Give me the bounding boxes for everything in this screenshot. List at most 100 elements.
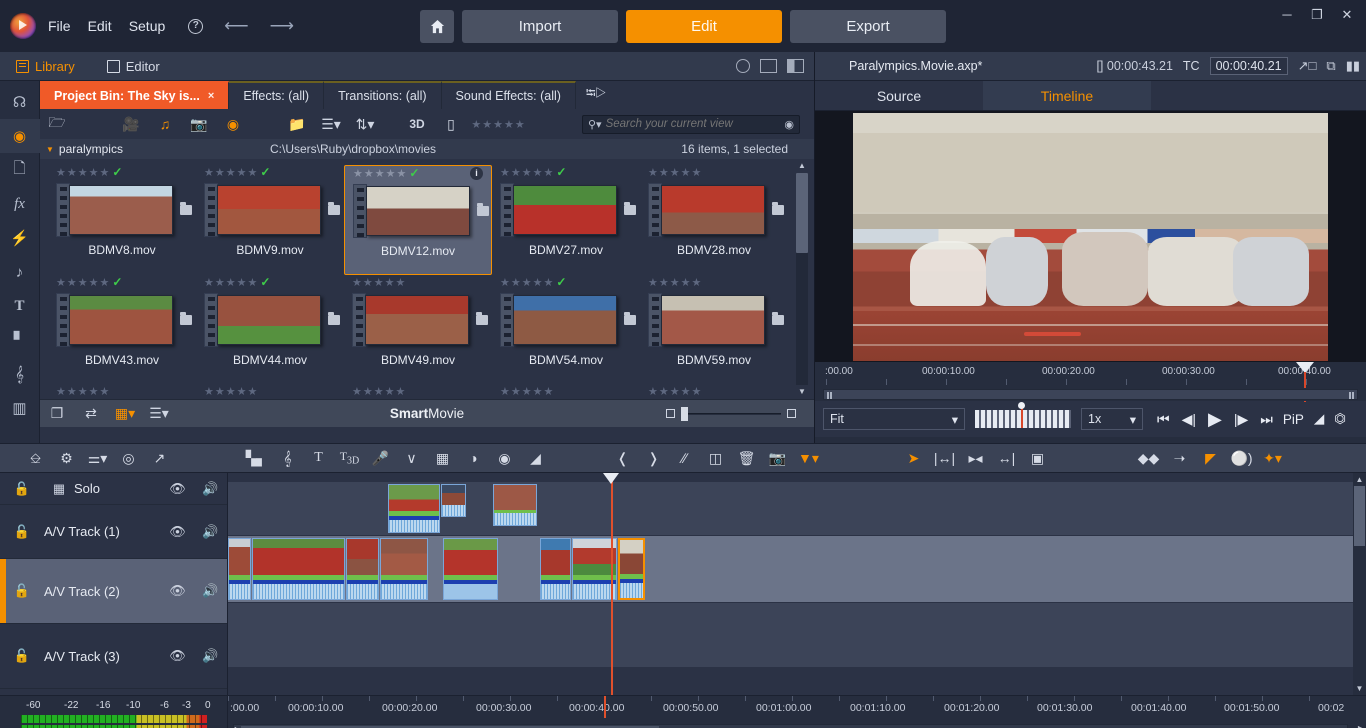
home-button[interactable] <box>420 9 454 43</box>
bin-item-thumbnail[interactable] <box>353 184 489 238</box>
bin-item[interactable]: ★ ★ ★ ★ ★ ✓ BDMV27.mov <box>492 165 640 275</box>
timeline-vscroll-thumb[interactable] <box>1354 486 1365 546</box>
trim-mode-icon[interactable]: |↔| <box>929 450 960 466</box>
split-panel-icon[interactable] <box>787 59 804 73</box>
star-icon[interactable]: ★ <box>515 118 525 131</box>
preview-ruler[interactable]: :00.00 00:00:10.00 00:00:20.00 00:00:30.… <box>815 362 1366 402</box>
popout-icon[interactable]: ⧉ <box>1326 58 1335 74</box>
title-3d-icon[interactable]: T3D <box>334 449 365 466</box>
timeline-row-solo[interactable] <box>228 473 1366 482</box>
open-folder-icon[interactable]: 📁 <box>280 116 314 133</box>
bin-item[interactable]: ★ ★ ★ ★ ★ BDMV49.mov <box>344 275 492 385</box>
collapse-triangle-icon[interactable]: ▼ <box>46 145 54 154</box>
bin-item-rating[interactable]: ★ ★ ★ ★ ★ ✓ <box>196 275 344 289</box>
marker-icon[interactable]: ▼▾ <box>793 450 824 467</box>
maximize-button[interactable]: ❐ <box>1302 0 1332 30</box>
add-tab-icon[interactable]: ⭾▷ <box>576 81 616 109</box>
eye-icon[interactable]: 👁 <box>161 583 194 599</box>
timeline-playhead[interactable] <box>603 473 619 695</box>
bin-item-thumbnail[interactable] <box>648 183 784 237</box>
crop-icon[interactable]: ⏣ <box>1334 411 1346 427</box>
track-header-av3[interactable]: 🔓 A/V Track (3) 👁 🔊 <box>0 624 227 689</box>
menu-file[interactable]: File <box>48 18 71 34</box>
minimize-button[interactable]: ─ <box>1272 0 1302 30</box>
panel-icon[interactable] <box>760 59 777 73</box>
speed-select[interactable]: 1x ▾ <box>1081 408 1143 430</box>
keyframe-icon[interactable]: ◢ <box>1314 411 1324 427</box>
dual-view-icon[interactable]: ▮▮ <box>1346 58 1360 74</box>
unlock-icon[interactable]: 🔓 <box>0 648 44 664</box>
track-header-av2[interactable]: 🔓 A/V Track (2) 👁 🔊 <box>0 559 227 624</box>
duplicate-icon[interactable]: ❐ <box>40 405 74 422</box>
edit-button[interactable]: Edit <box>626 9 782 43</box>
zoom-slider-track[interactable] <box>681 406 781 421</box>
trim-icon[interactable]: ◫ <box>700 450 731 467</box>
tab-editor[interactable]: Editor <box>91 52 176 81</box>
fx-wand-icon[interactable]: ✦▾ <box>1257 450 1288 467</box>
timeline-clip[interactable] <box>252 538 345 600</box>
rail-transitions-icon[interactable]: ⚡ <box>0 221 40 255</box>
bin-item-rating[interactable]: ★ ★ ★ ★ ★ ✓ <box>492 165 640 179</box>
unlock-icon[interactable]: 🔓 <box>0 583 44 599</box>
bin-item-thumbnail[interactable] <box>56 293 192 347</box>
bin-item-rating[interactable]: ★ ★ ★ ★ ★ <box>344 275 492 289</box>
bin-tab-effects[interactable]: Effects: (all) <box>229 81 325 109</box>
import-folder-icon[interactable]: 🗁 <box>40 112 74 136</box>
go-end-icon[interactable]: ⏭ <box>1260 411 1273 428</box>
bin-scrollbar[interactable]: ▲ ▼ <box>796 159 808 399</box>
import-button[interactable]: Import <box>462 9 618 43</box>
undo-icon[interactable]: ⟵ <box>224 16 248 36</box>
zoom-small-icon[interactable] <box>666 409 675 418</box>
add-track-icon[interactable]: ▦ <box>44 481 74 497</box>
scroll-up-arrow-icon[interactable]: ▲ <box>796 159 808 173</box>
bin-item-rating[interactable]: ★ ★ ★ ★ ★ ✓ <box>48 275 196 289</box>
bin-tab-project[interactable]: Project Bin: The Sky is... × <box>40 81 230 109</box>
scroll-down-arrow-icon[interactable]: ▼ <box>1353 682 1366 695</box>
storyboard-icon[interactable]: ▦ <box>427 450 458 467</box>
ducking-icon[interactable]: ∨ <box>396 450 427 467</box>
bin-item[interactable]: ★ ★ ★ ★ ★ ✓ BDMV8.mov <box>48 165 196 275</box>
bin-item[interactable]: ★ ★ ★ ★ ★ ✓ BDMV54.mov <box>492 275 640 385</box>
star-icon[interactable]: ★ <box>482 118 492 131</box>
tab-source[interactable]: Source <box>815 81 983 110</box>
timeline-clip[interactable] <box>346 538 379 600</box>
bin-item[interactable]: ★ ★ ★ ★ ★ BDMV59.mov <box>640 275 788 385</box>
jog-shuttle[interactable] <box>975 402 1071 430</box>
voiceover-icon[interactable]: 🎤 <box>365 450 396 467</box>
bin-tab-transitions[interactable]: Transitions: (all) <box>324 81 442 109</box>
speaker-icon[interactable]: 🔊 <box>194 583 227 599</box>
select-tool-icon[interactable]: ➤ <box>898 450 929 467</box>
video-camera-icon[interactable]: 🎥 <box>114 116 148 133</box>
info-badge-icon[interactable]: i <box>470 167 483 180</box>
timecode-field[interactable]: 00:00:40.21 <box>1209 57 1288 75</box>
speaker-icon[interactable]: 🔊 <box>194 481 227 497</box>
fit-select[interactable]: Fit ▾ <box>823 408 965 430</box>
grid-view-icon[interactable]: ▦▾ <box>108 405 142 422</box>
timeline-row-av3[interactable] <box>228 603 1366 668</box>
audio-level-meter[interactable]: -60 -22 -16 -10 -6 -3 0 <box>0 696 228 728</box>
step-forward-icon[interactable]: |▶ <box>1234 411 1248 428</box>
tab-timeline[interactable]: Timeline <box>983 81 1151 110</box>
rail-sound-effects-icon[interactable]: 𝄞 <box>0 357 40 391</box>
timeline-clip[interactable] <box>443 538 498 600</box>
delete-icon[interactable]: 🗑 <box>731 450 762 467</box>
list-view-icon[interactable]: ☰▾ <box>142 405 176 422</box>
mark-out-icon[interactable]: ❭ <box>638 450 669 467</box>
scroll-up-arrow-icon[interactable]: ▲ <box>1353 473 1366 486</box>
track-header-solo[interactable]: 🔓 ▦ Solo 👁 🔊 <box>0 473 227 505</box>
rating-filter-stars[interactable]: ★ ★ ★ ★ ★ <box>468 118 528 131</box>
speaker-icon[interactable]: 🔊 <box>194 648 227 664</box>
project-settings-icon[interactable]: ⚙ <box>51 450 82 467</box>
scroll-right-arrow-icon[interactable]: ▶ <box>1358 724 1364 728</box>
rail-project-bin-icon[interactable]: ☊ <box>0 85 40 119</box>
timeline-vscrollbar[interactable]: ▲ ▼ <box>1353 473 1366 695</box>
timeline-clip[interactable] <box>380 538 428 600</box>
slip-edit-icon[interactable]: ↔| <box>991 450 1022 466</box>
bin-item[interactable]: ★ ★ ★ ★ ★ ✓ BDMV43.mov <box>48 275 196 385</box>
music-note-icon[interactable]: ♫ <box>148 116 182 132</box>
bin-item-rating[interactable]: ★ ★ ★ ★ ★ <box>640 275 788 289</box>
search-input[interactable] <box>605 118 781 130</box>
pip-button[interactable]: PiP <box>1283 412 1304 427</box>
rail-library-folders-icon[interactable]: 🗋 <box>0 153 40 187</box>
step-back-icon[interactable]: ◀| <box>1182 411 1196 428</box>
